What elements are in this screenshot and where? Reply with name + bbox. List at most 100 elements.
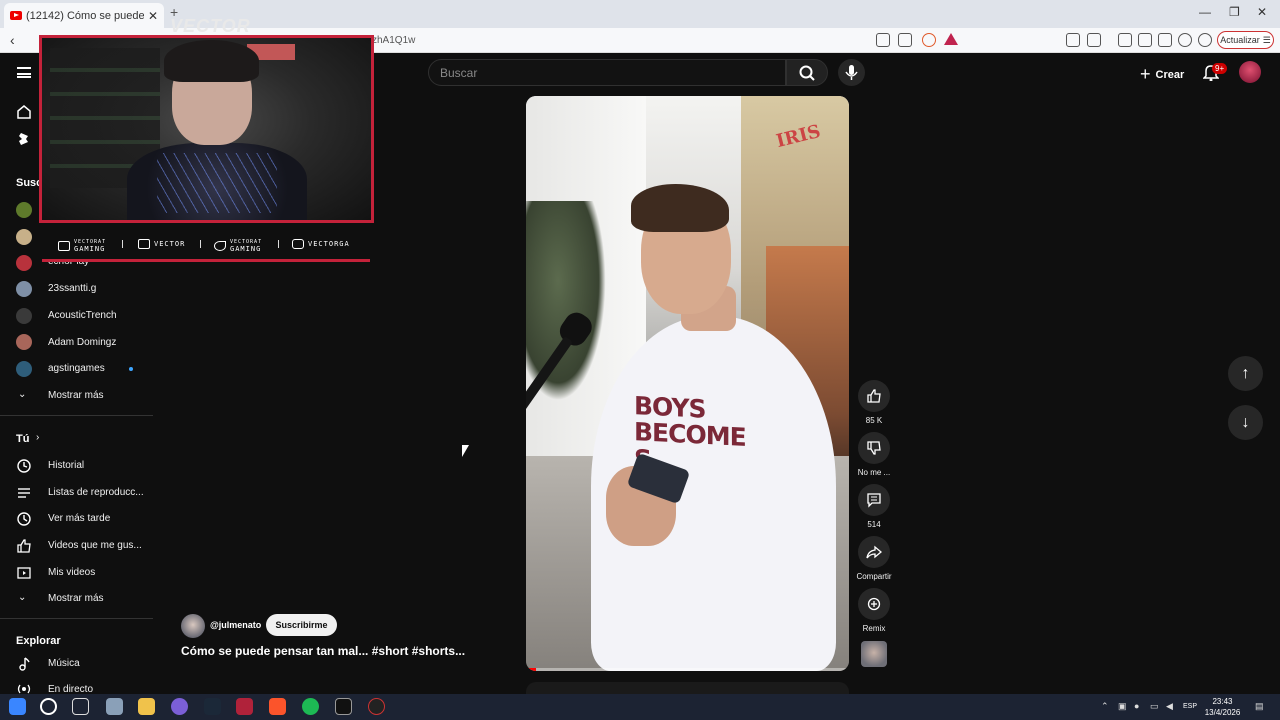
guide-menu-icon[interactable] — [17, 67, 31, 78]
search-icon — [799, 65, 815, 81]
show-more-subscriptions[interactable]: Mostrar más — [48, 390, 104, 401]
channel-avatar[interactable] — [16, 202, 32, 218]
previous-short-button[interactable]: ↑ — [1228, 356, 1263, 391]
create-button[interactable]: + Crear — [1140, 64, 1184, 85]
video-title[interactable]: Cómo se puede pensar tan mal... #short #… — [181, 644, 465, 658]
social-youtube: VECTORAT GAMING — [58, 239, 106, 253]
minimize-button[interactable]: — — [1199, 5, 1211, 19]
sidebar-channel-23ssantti[interactable]: 23ssantti.g — [48, 283, 96, 294]
sidebar-channel-acoustictrench[interactable]: AcousticTrench — [48, 310, 117, 321]
sidebar-item-music[interactable]: Música — [48, 658, 80, 669]
leo-icon[interactable] — [1178, 33, 1192, 47]
comment-icon — [867, 493, 881, 508]
arrow-down-icon: ↓ — [1241, 413, 1250, 431]
like-button[interactable] — [858, 380, 890, 412]
sidebar-item-my-videos[interactable]: Mis videos — [48, 567, 95, 578]
sidebar-item-playlists[interactable]: Listas de reproducc... — [48, 487, 144, 498]
share-button[interactable] — [858, 536, 890, 568]
show-more-you[interactable]: Mostrar más — [48, 593, 104, 604]
app-icon[interactable] — [236, 698, 253, 715]
spotify-icon[interactable] — [302, 698, 319, 715]
vpn-icon[interactable] — [1198, 33, 1212, 47]
next-short-button[interactable]: ↓ — [1228, 405, 1263, 440]
social-twitch: VECTOR — [138, 239, 185, 249]
shorts-icon[interactable] — [16, 131, 32, 147]
wallet-icon[interactable] — [1158, 33, 1172, 47]
sidebar-toggle-icon[interactable] — [1138, 33, 1152, 47]
window-close-button[interactable]: ✕ — [1257, 5, 1267, 19]
sidebar-item-liked-videos[interactable]: Videos que me gus... — [48, 540, 142, 551]
arrow-up-icon: ↑ — [1241, 364, 1250, 382]
channel-avatar[interactable] — [16, 281, 32, 297]
task-view-icon[interactable] — [72, 698, 89, 715]
notification-center-icon[interactable]: ▤ — [1255, 701, 1264, 712]
brave-rewards-icon[interactable] — [944, 33, 958, 45]
microphone-tray-icon[interactable]: ● — [1134, 701, 1139, 711]
file-explorer-icon[interactable] — [138, 698, 155, 715]
back-arrow-icon[interactable]: ‹ — [10, 32, 15, 48]
subscribe-button[interactable]: Suscribirme — [266, 614, 337, 636]
audio-source-thumbnail[interactable] — [861, 641, 887, 667]
voice-search-button[interactable] — [838, 59, 865, 86]
channel-avatar[interactable] — [16, 255, 32, 271]
channel-avatar[interactable] — [16, 308, 32, 324]
system-clock[interactable]: 23:43 13/4/2026 — [1195, 696, 1250, 718]
home-icon[interactable] — [16, 104, 32, 120]
comments-button[interactable] — [858, 484, 890, 516]
channel-avatar[interactable] — [181, 614, 205, 638]
brave-browser-icon[interactable] — [269, 698, 286, 715]
account-avatar[interactable] — [1239, 61, 1261, 83]
create-label: Crear — [1155, 68, 1185, 81]
shorts-video-player[interactable]: IRIS BOYS BECOME S — [526, 96, 849, 671]
obs-icon[interactable] — [368, 698, 385, 715]
dislike-button[interactable] — [858, 432, 890, 464]
windows-start-icon[interactable] — [9, 698, 26, 715]
sidebar-item-history[interactable]: Historial — [48, 460, 84, 471]
music-icon[interactable] — [1118, 33, 1132, 47]
clock-time: 23:43 — [1212, 697, 1233, 706]
menu-icon: ☰ — [1262, 34, 1271, 45]
maximize-button[interactable]: ❐ — [1229, 5, 1240, 19]
windows-taskbar — [0, 694, 1280, 720]
steam-icon[interactable] — [204, 698, 221, 715]
browser-tab[interactable]: (12142) Cómo se puede pen ✕ — [4, 3, 164, 28]
you-heading[interactable]: Tú — [16, 433, 29, 445]
remix-label: Remix — [862, 624, 886, 633]
discord-icon[interactable] — [171, 698, 188, 715]
cast-icon[interactable] — [876, 33, 890, 47]
app-icon[interactable] — [335, 698, 352, 715]
search-input[interactable]: Buscar — [428, 59, 786, 86]
channel-avatar[interactable] — [16, 361, 32, 377]
file-app-icon[interactable] — [106, 698, 123, 715]
video-progress-track[interactable] — [526, 668, 849, 671]
social-label: GAMING — [230, 245, 262, 253]
comment-count: 514 — [867, 520, 881, 529]
screenshot-icon[interactable] — [1087, 33, 1101, 47]
channel-handle[interactable]: @julmenato — [210, 620, 261, 630]
url-text[interactable]: zhA1Q1w — [372, 35, 415, 46]
update-button[interactable]: Actualizar ☰ — [1217, 31, 1274, 49]
channel-avatar[interactable] — [16, 229, 32, 245]
sidebar-item-watch-later[interactable]: Ver más tarde — [48, 513, 110, 524]
search-icon[interactable] — [40, 698, 57, 715]
network-icon[interactable]: ▭ — [1150, 701, 1159, 712]
social-instagram: VECTORGA — [292, 239, 350, 249]
share-icon[interactable] — [898, 33, 912, 47]
volume-icon[interactable]: ◀ — [1166, 701, 1173, 712]
new-content-dot — [129, 367, 133, 371]
thumbs-up-icon — [16, 538, 32, 554]
brave-shield-icon[interactable] — [922, 33, 936, 47]
share-label: Compartir — [856, 572, 892, 581]
sidebar-channel-adam-domingz[interactable]: Adam Domingz — [48, 337, 116, 348]
vector-logo: VECTOR — [170, 16, 251, 36]
chevron-up-icon[interactable]: ⌃ — [1101, 701, 1109, 712]
video-progress-fill — [526, 668, 536, 671]
tab-close-button[interactable]: ✕ — [148, 9, 158, 23]
search-button[interactable] — [786, 59, 828, 86]
remix-button[interactable] — [858, 588, 890, 620]
explore-heading: Explorar — [16, 635, 61, 647]
tray-icon[interactable]: ▣ — [1118, 701, 1127, 712]
sidebar-channel-agstingames[interactable]: agstingames — [48, 363, 105, 374]
extensions-icon[interactable] — [1066, 33, 1080, 47]
channel-avatar[interactable] — [16, 334, 32, 350]
